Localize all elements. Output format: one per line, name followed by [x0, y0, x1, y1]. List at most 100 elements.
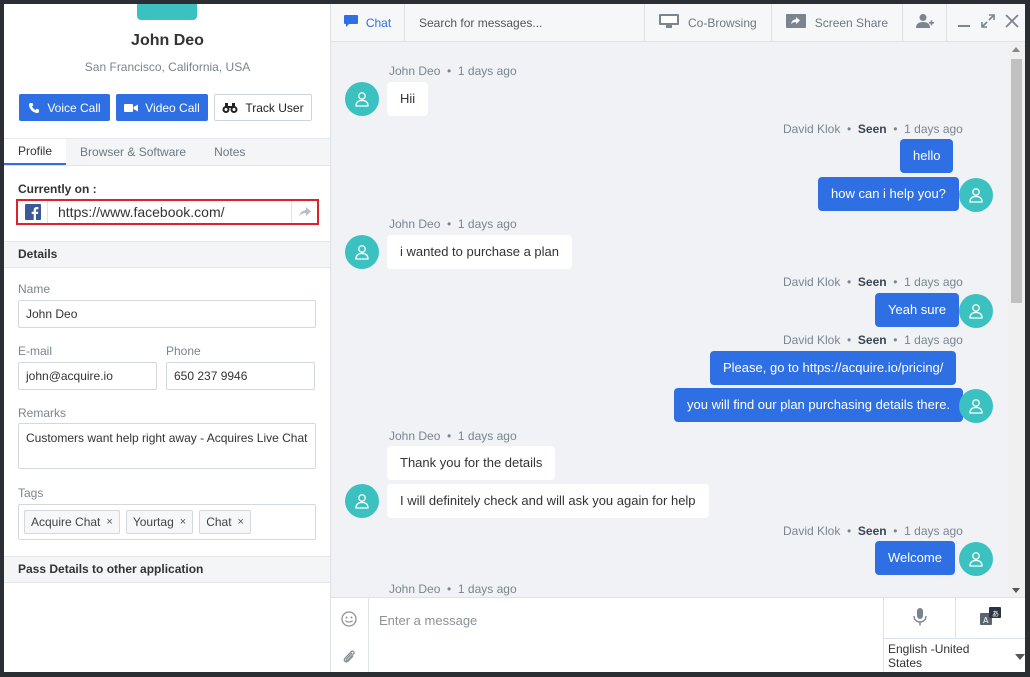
tag-label: Yourtag: [132, 515, 174, 529]
name-field[interactable]: John Deo: [18, 300, 316, 328]
video-camera-icon: [124, 103, 139, 113]
avatar: [959, 542, 993, 576]
message-bubble-incoming: Thank you for the details: [387, 446, 556, 480]
tags-field[interactable]: Acquire Chat × Yourtag × Chat ×: [18, 504, 316, 540]
binoculars-icon: [222, 102, 238, 114]
language-value: English -United States: [888, 642, 970, 670]
current-url[interactable]: https://www.facebook.com/: [48, 204, 291, 220]
voice-call-button[interactable]: Voice Call: [19, 94, 110, 121]
contact-panel: John Deo San Francisco, California, USA …: [4, 4, 331, 672]
tab-browser-software[interactable]: Browser & Software: [66, 139, 200, 165]
voice-call-label: Voice Call: [47, 100, 101, 115]
tag-chip: Yourtag ×: [125, 510, 194, 534]
window-controls: [947, 4, 1019, 41]
phone-icon: [28, 102, 40, 114]
chevron-down-icon: [1015, 649, 1025, 663]
contact-name: John Deo: [131, 32, 204, 49]
message-input[interactable]: Enter a message: [379, 613, 477, 628]
phone-field[interactable]: 650 237 9946: [166, 362, 315, 390]
tag-remove-icon[interactable]: ×: [238, 516, 244, 528]
tag-chip: Chat ×: [199, 510, 251, 534]
message-bubble-outgoing: Please, go to https://acquire.io/pricing…: [710, 351, 957, 385]
avatar: [345, 235, 379, 269]
message-bubble-incoming: I will definitely check and will ask you…: [387, 484, 709, 518]
name-label: Name: [18, 282, 51, 296]
remarks-field[interactable]: Customers want help right away - Acquire…: [18, 423, 316, 469]
message-bubble-outgoing: how can i help you?: [818, 177, 959, 211]
language-select[interactable]: English -United States: [883, 638, 1025, 672]
message-bubble-outgoing: Welcome: [875, 541, 955, 575]
message-meta: John Deo • 1 days ago: [389, 64, 517, 78]
tag-label: Chat: [206, 515, 232, 529]
chat-toolbar: Chat Search for messages... Co-Browsing …: [331, 4, 1025, 42]
monitor-icon: [659, 14, 679, 31]
composer-tools: [331, 598, 369, 672]
chat-tab-label: Chat: [365, 15, 392, 30]
screen-share-button[interactable]: Screen Share: [772, 4, 904, 41]
message-scrollbar[interactable]: [1008, 43, 1025, 597]
emoji-icon[interactable]: [341, 611, 357, 630]
video-call-button[interactable]: Video Call: [116, 94, 208, 121]
message-bubble-incoming: i wanted to purchase a plan: [387, 235, 572, 269]
tab-profile[interactable]: Profile: [4, 139, 67, 165]
chat-panel: Chat Search for messages... Co-Browsing …: [331, 4, 1025, 672]
remarks-label: Remarks: [18, 406, 67, 420]
email-label: E-mail: [18, 344, 53, 358]
share-icon[interactable]: [291, 201, 317, 223]
message-meta: John Deo • 1 days ago: [389, 582, 517, 596]
video-call-label: Video Call: [145, 100, 200, 115]
search-input[interactable]: Search for messages...: [405, 4, 645, 41]
tag-chip: Acquire Chat ×: [24, 510, 120, 534]
track-user-button[interactable]: Track User: [214, 94, 312, 121]
phone-label: Phone: [166, 344, 201, 358]
scroll-down-icon[interactable]: [1012, 588, 1020, 593]
add-user-button[interactable]: [903, 4, 948, 41]
message-meta: John Deo • 1 days ago: [389, 217, 517, 231]
message-meta: David Klok • Seen • 1 days ago: [783, 275, 963, 289]
chat-app-window: John Deo San Francisco, California, USA …: [4, 4, 1025, 672]
microphone-button[interactable]: [883, 598, 955, 638]
add-user-icon: [915, 13, 934, 32]
close-icon[interactable]: [1005, 14, 1019, 31]
message-composer: Enter a message Aあ English -United State…: [331, 597, 1025, 672]
svg-text:A: A: [983, 616, 989, 625]
tags-label: Tags: [18, 486, 44, 500]
details-heading: Details: [4, 241, 330, 268]
message-bubble-outgoing: hello: [900, 139, 954, 173]
tag-remove-icon[interactable]: ×: [180, 516, 186, 528]
contact-actions: Voice Call Video Call Track User: [19, 94, 312, 121]
message-meta: David Klok • Seen • 1 days ago: [783, 333, 963, 347]
tab-notes[interactable]: Notes: [200, 139, 259, 165]
contact-avatar: [137, 4, 197, 20]
avatar: [345, 82, 379, 116]
currently-on-label: Currently on :: [18, 182, 97, 196]
contact-location: San Francisco, California, USA: [84, 60, 251, 74]
scroll-up-icon[interactable]: [1012, 47, 1020, 52]
minimize-icon[interactable]: [957, 14, 971, 31]
message-meta: John Deo • 1 days ago: [389, 429, 517, 443]
expand-icon[interactable]: [981, 14, 995, 31]
co-browsing-button[interactable]: Co-Browsing: [645, 4, 772, 41]
tag-remove-icon[interactable]: ×: [106, 516, 112, 528]
screen-share-icon: [785, 14, 806, 31]
attachment-icon[interactable]: [342, 649, 356, 668]
avatar: [959, 294, 993, 328]
message-meta: David Klok • Seen • 1 days ago: [783, 524, 963, 538]
tag-label: Acquire Chat: [31, 515, 101, 529]
svg-text:あ: あ: [992, 610, 999, 618]
email-field[interactable]: john@acquire.io: [18, 362, 157, 390]
current-url-box: https://www.facebook.com/: [16, 199, 319, 225]
microphone-icon: [912, 607, 927, 629]
facebook-icon: [18, 201, 48, 223]
pass-details-heading[interactable]: Pass Details to other application: [4, 556, 330, 583]
co-browsing-label: Co-Browsing: [688, 15, 757, 30]
translate-icon: Aあ: [979, 606, 1002, 630]
track-user-label: Track User: [245, 100, 304, 115]
scroll-thumb[interactable]: [1011, 59, 1022, 303]
tab-chat[interactable]: Chat: [331, 4, 405, 41]
message-list: John Deo • 1 days ago Hii David Klok • S…: [331, 43, 1007, 597]
message-bubble-outgoing: you will find our plan purchasing detail…: [674, 388, 964, 422]
translate-button[interactable]: Aあ: [955, 598, 1025, 638]
avatar: [959, 178, 993, 212]
profile-tabs: Profile Browser & Software Notes: [4, 138, 330, 166]
